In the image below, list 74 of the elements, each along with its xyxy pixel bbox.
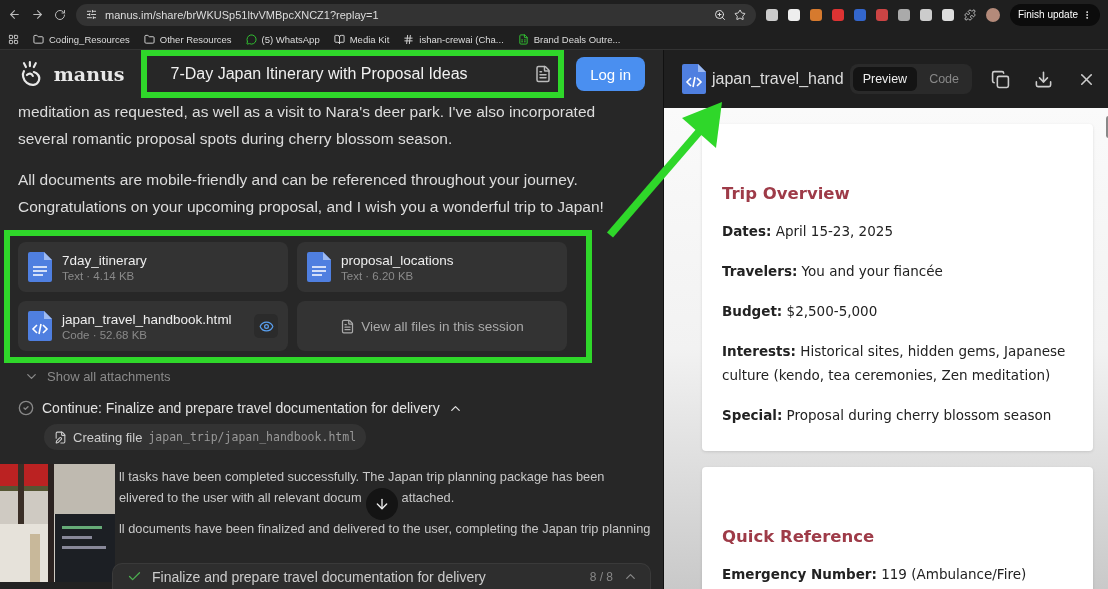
file-name: 7day_itinerary [62, 252, 148, 268]
bookmark[interactable]: Coding_Resources [33, 33, 130, 45]
message-text: attached. [401, 490, 455, 505]
extension-icon[interactable] [941, 8, 954, 21]
file-meta: Text · 6.20 KB [341, 269, 415, 282]
file-title: japan_travel_hand [712, 70, 844, 88]
task-count: 8 / 8 [589, 569, 613, 584]
bookmark[interactable]: Other Resources [143, 33, 232, 45]
file-name: japan_travel_handbook.html [62, 311, 233, 327]
extension-icon[interactable] [897, 8, 910, 21]
task-title: Finalize and prepare travel documentation for delivery [152, 568, 487, 585]
detail-line: Emergency Number: 119 (Ambulance/Fire) [722, 565, 1028, 584]
section-heading: Quick Reference [722, 527, 876, 546]
eye-icon[interactable] [254, 314, 278, 338]
document-icon [307, 252, 331, 282]
show-attachments-toggle[interactable]: Show all attachments [18, 363, 177, 390]
file-path: japan_trip/japan_handbook.html [148, 430, 357, 444]
session-title: 7-Day Japan Itinerary with Proposal Ideas [170, 65, 469, 83]
document-icon [28, 252, 52, 282]
scroll-down-button[interactable] [365, 487, 398, 520]
files-icon[interactable] [534, 65, 553, 83]
file-icon [340, 318, 356, 334]
message-text: elivered to the user with all relevant docum [119, 490, 362, 505]
action-label: Creating file [73, 429, 143, 445]
file-meta: Code · 52.68 KB [62, 328, 149, 341]
step-title: Continue: Finalize and prepare travel documentation for delivery [42, 400, 440, 416]
file-name: proposal_locations [341, 252, 455, 268]
forward-icon[interactable] [31, 8, 44, 21]
hash-icon [403, 33, 415, 45]
extension-icon[interactable] [919, 8, 932, 21]
detail-line: Special: Proposal during cherry blossom season [722, 406, 1053, 425]
file-card[interactable]: 7day_itinerary Text · 4.14 KB [18, 242, 288, 292]
address-bar[interactable]: manus.im/share/brWKUSp51ltvVMBpcXNCZ1?replay=1 [76, 3, 756, 26]
bookmark-star-icon[interactable] [733, 8, 746, 21]
hand-logo-icon [20, 61, 42, 87]
bookmark[interactable]: Media Kit [333, 33, 390, 45]
profile-avatar[interactable] [985, 7, 1000, 22]
message-text: ll documents have been finalized and delivered to the user, completing the Japan trip planning [119, 521, 651, 536]
brand-logo: manus [53, 63, 125, 85]
folder-icon [143, 33, 155, 45]
update-button[interactable]: Finish update [1009, 3, 1100, 26]
detail-line: Interests: Historical sites, hidden gems, Japanese culture (kendo, tea ceremonies, Zen meditation) [722, 342, 1067, 385]
file-card[interactable]: proposal_locations Text · 6.20 KB [297, 242, 567, 292]
detail-line: Travelers: You and your fiancée [722, 262, 944, 281]
detail-line: Dates: April 15-23, 2025 [722, 222, 894, 241]
detail-line: Budget: $2,500-5,000 [722, 302, 879, 321]
task-progress-bar[interactable]: Finalize and prepare travel documentation for delivery 8 / 8 [112, 563, 651, 589]
message-text: meditation as requested, as well as a visit to Nara's deer park. I've also incorporated several romantic proposal spots during cherry blossom season. [18, 102, 597, 149]
folder-icon [33, 33, 44, 45]
chat-icon [245, 33, 257, 45]
extension-icon[interactable] [765, 8, 778, 21]
puzzle-icon[interactable] [963, 8, 976, 21]
code-file-icon [28, 311, 52, 341]
extension-icon[interactable] [787, 8, 800, 21]
file-card[interactable]: japan_travel_handbook.html Code · 52.68 KB [18, 301, 288, 351]
view-tab[interactable]: Code [919, 67, 970, 91]
view-tab[interactable]: Preview [852, 67, 918, 91]
file-meta: Text · 4.14 KB [62, 269, 136, 282]
message-text: ll tasks have been completed successfully. The Japan trip planning package has been [119, 469, 605, 484]
code-file-icon [682, 64, 706, 94]
section-heading: Trip Overview [722, 184, 851, 203]
bookmark[interactable]: (5) WhatsApp [245, 33, 320, 45]
bookmark[interactable]: Brand Deals Outre... [517, 33, 621, 45]
zoom-icon[interactable] [713, 8, 726, 21]
bookmark[interactable]: ishan-crewai (Cha... [403, 33, 504, 45]
spreadsheet-icon [517, 33, 529, 45]
edit-file-icon [54, 430, 67, 444]
book-icon [333, 33, 345, 45]
message-text: All documents are mobile-friendly and can be referenced throughout your journey. Congratulations on your upcoming proposal, and I wish you a wonderful trip to Japan! [18, 170, 605, 217]
apps-icon[interactable] [8, 33, 19, 45]
site-settings-icon[interactable] [86, 9, 97, 20]
view-all-files-button[interactable]: View all files in this session [297, 301, 567, 351]
back-icon[interactable] [8, 8, 21, 21]
reload-icon[interactable] [54, 8, 66, 21]
